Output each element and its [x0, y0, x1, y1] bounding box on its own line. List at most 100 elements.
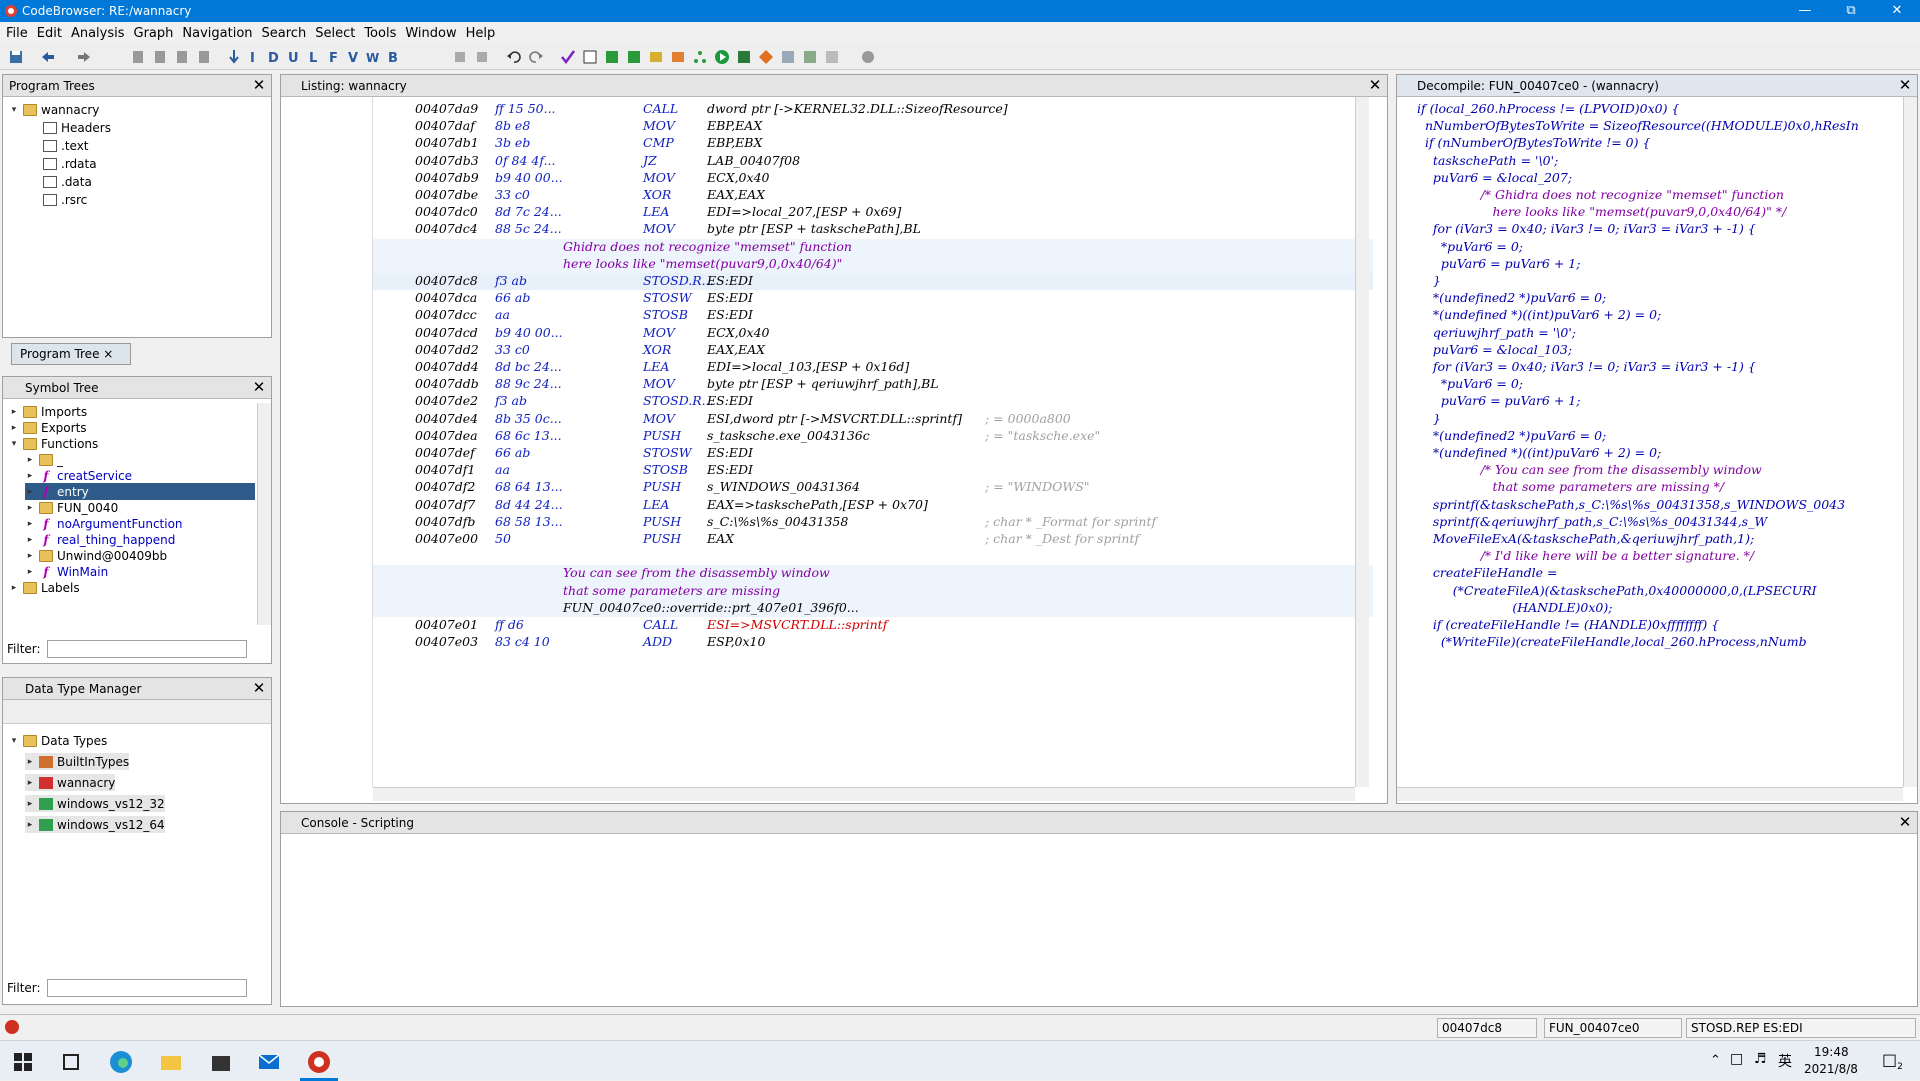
listing-ops[interactable]: ES:EDI [707, 393, 753, 408]
decompile-line[interactable]: for (iVar3 = 0x40; iVar3 != 0; iVar3 = i… [1417, 221, 1756, 236]
symbol-tree-item[interactable]: ▸ Exports [9, 419, 87, 436]
redo-icon[interactable] [528, 49, 544, 65]
menu-edit[interactable]: Edit [37, 26, 62, 41]
chevron-right-icon[interactable]: ▸ [9, 407, 19, 417]
menu-select[interactable]: Select [315, 26, 355, 41]
decompile-line[interactable]: MoveFileExA(&taskschePath,&qeriuwjhrf_pa… [1417, 531, 1754, 546]
listing-row[interactable]: 00407dd4 8d bc 24... LEA EDI=>local_103,[ES… [373, 359, 1373, 376]
mail-icon[interactable] [256, 1049, 282, 1075]
nav-icon-3[interactable] [174, 49, 190, 65]
chevron-down-icon[interactable]: ▾ [9, 439, 19, 449]
tree-item-data[interactable]: .data [39, 173, 92, 190]
decompile-line[interactable]: if (createFileHandle != (HANDLE)0xffffff… [1417, 617, 1719, 632]
listing-row[interactable]: 00407df1 aa STOSB ES:EDI [373, 462, 1373, 479]
decompile-line[interactable]: } [1417, 411, 1441, 426]
menu-search[interactable]: Search [262, 26, 307, 41]
listing-ops[interactable]: EAX=>taskschePath,[ESP + 0x70] [707, 497, 928, 512]
listing-ops[interactable]: ESI=>MSVCRT.DLL::sprintf [707, 617, 887, 632]
chevron-right-icon[interactable]: ▸ [9, 583, 19, 593]
notification-icon[interactable]: □2 [1882, 1050, 1903, 1072]
menu-analysis[interactable]: Analysis [71, 26, 125, 41]
chevron-right-icon[interactable]: ▸ [25, 567, 35, 577]
scrollbar[interactable] [257, 403, 271, 625]
decompile-line[interactable]: /* You can see from the disassembly wind… [1417, 462, 1762, 477]
listing-ops[interactable]: s_WINDOWS_00431364 [707, 479, 860, 494]
paste-icon[interactable] [474, 49, 490, 65]
tab-program-tree[interactable]: Program Tree × [11, 343, 131, 365]
save-icon[interactable] [8, 49, 24, 65]
checkmark-icon[interactable] [560, 49, 576, 65]
ime-indicator[interactable]: 英 [1778, 1051, 1792, 1071]
filter-input[interactable] [46, 640, 247, 658]
decompile-line[interactable]: *puVar6 = 0; [1417, 239, 1523, 254]
tool-icon-6[interactable] [736, 49, 752, 65]
listing-row[interactable]: 00407dcd b9 40 00... MOV ECX,0x40 [373, 325, 1373, 342]
tool-icon-5[interactable] [670, 49, 686, 65]
listing-row[interactable]: 00407e01 ff d6 CALL ESI=>MSVCRT.DLL::sprint… [373, 617, 1373, 634]
listing-row[interactable]: 00407dc4 88 5c 24... MOV byte ptr [ESP + ta… [373, 221, 1373, 238]
decompile-line[interactable]: /* Ghidra does not recognize "memset" fu… [1417, 187, 1784, 202]
listing-row[interactable]: 00407de4 8b 35 0c... MOV ESI,dword ptr [->M… [373, 411, 1373, 428]
decompile-hscrollbar[interactable] [1397, 787, 1903, 801]
symbol-tree-item[interactable]: ▸ f WinMain [25, 563, 108, 580]
symbol-tree-item[interactable]: ▸ Imports [9, 403, 87, 420]
chevron-right-icon[interactable]: ▸ [25, 535, 35, 545]
listing-ops[interactable]: EBP,EAX [707, 118, 762, 133]
listing-ops[interactable]: LAB_00407f08 [707, 153, 800, 168]
tool-icon-9[interactable] [802, 49, 818, 65]
tool-icon-2[interactable] [604, 49, 620, 65]
next-instruction-icon[interactable] [226, 49, 242, 65]
listing-row[interactable]: 00407daf 8b e8 MOV EBP,EAX [373, 118, 1373, 135]
listing-hscrollbar[interactable] [373, 787, 1355, 801]
decompile-line[interactable]: puVar6 = &local_103; [1417, 342, 1572, 357]
chevron-down-icon[interactable]: ▾ [9, 736, 19, 746]
cut-icon[interactable] [452, 49, 468, 65]
listing-ops[interactable]: ECX,0x40 [707, 325, 769, 340]
close-icon[interactable]: ✕ [1897, 815, 1913, 831]
listing-ops[interactable]: EAX,EAX [707, 342, 765, 357]
chevron-right-icon[interactable]: ▸ [25, 799, 35, 809]
listing-row[interactable]: 00407db9 b9 40 00... MOV ECX,0x40 [373, 170, 1373, 187]
decompile-line[interactable]: (*WriteFile)(createFileHandle,local_260.… [1417, 634, 1807, 649]
listing-ops[interactable]: s_C:\%s\%s_00431358 [707, 514, 848, 529]
edge-icon[interactable] [108, 1049, 134, 1075]
listing-row[interactable]: 00407dbe 33 c0 XOR EAX,EAX [373, 187, 1373, 204]
decompile-line[interactable]: qeriuwjhrf_path = '\0'; [1417, 325, 1576, 340]
dtm-item-vs12-64[interactable]: ▸ windows_vs12_64 [25, 816, 165, 833]
decompile-line[interactable]: (*CreateFileA)(&taskschePath,0x40000000,… [1417, 583, 1817, 598]
windows-start-icon[interactable] [10, 1049, 36, 1075]
dtm-item-wannacry[interactable]: ▸ wannacry [25, 774, 116, 791]
symbol-tree-item[interactable]: ▸ Unwind@00409bb [25, 547, 167, 564]
symbol-tree-item[interactable]: ▸ _ [25, 451, 63, 468]
listing-ops[interactable]: ES:EDI [707, 445, 753, 460]
listing-row[interactable]: 00407dfb 68 58 13... PUSH s_C:\%s\%s_004313… [373, 514, 1373, 531]
decompile-line[interactable]: puVar6 = puVar6 + 1; [1417, 393, 1581, 408]
tool-icon-11[interactable] [860, 49, 876, 65]
listing-ops[interactable]: EBP,EBX [707, 135, 762, 150]
next-l-icon[interactable]: L [306, 49, 322, 65]
listing-row[interactable]: 00407da9 ff 15 50... CALL dword ptr [->KERN… [373, 101, 1373, 118]
forward-icon[interactable] [76, 49, 92, 65]
nav-icon-1[interactable] [130, 49, 146, 65]
undo-icon[interactable] [506, 49, 522, 65]
close-icon[interactable]: ✕ [251, 380, 267, 396]
chevron-right-icon[interactable]: ▸ [25, 455, 35, 465]
decompile-line[interactable]: taskschePath = '\0'; [1417, 153, 1558, 168]
tool-icon-4[interactable] [648, 49, 664, 65]
listing-row[interactable]: 00407dcc aa STOSB ES:EDI [373, 307, 1373, 324]
filter-input[interactable] [46, 979, 247, 997]
next-u-icon[interactable]: U [286, 49, 302, 65]
decompile-line[interactable]: /* I'd like here will be a better signat… [1417, 548, 1755, 563]
decompile-line[interactable]: *(undefined *)((int)puVar6 + 2) = 0; [1417, 307, 1661, 322]
next-v-icon[interactable]: V [346, 49, 362, 65]
listing-ops[interactable]: ESP,0x10 [707, 634, 765, 649]
minimize-button[interactable]: — [1782, 0, 1828, 22]
listing-ops[interactable]: ES:EDI [707, 307, 753, 322]
nav-icon-2[interactable] [152, 49, 168, 65]
tree-item-rdata[interactable]: .rdata [39, 155, 97, 172]
tree-item-rsrc[interactable]: .rsrc [39, 191, 87, 208]
menu-navigation[interactable]: Navigation [182, 26, 252, 41]
close-icon[interactable]: ✕ [1367, 78, 1383, 94]
listing-row[interactable]: 00407db3 0f 84 4f... JZ LAB_00407f08 [373, 153, 1373, 170]
store-icon[interactable] [208, 1049, 234, 1075]
